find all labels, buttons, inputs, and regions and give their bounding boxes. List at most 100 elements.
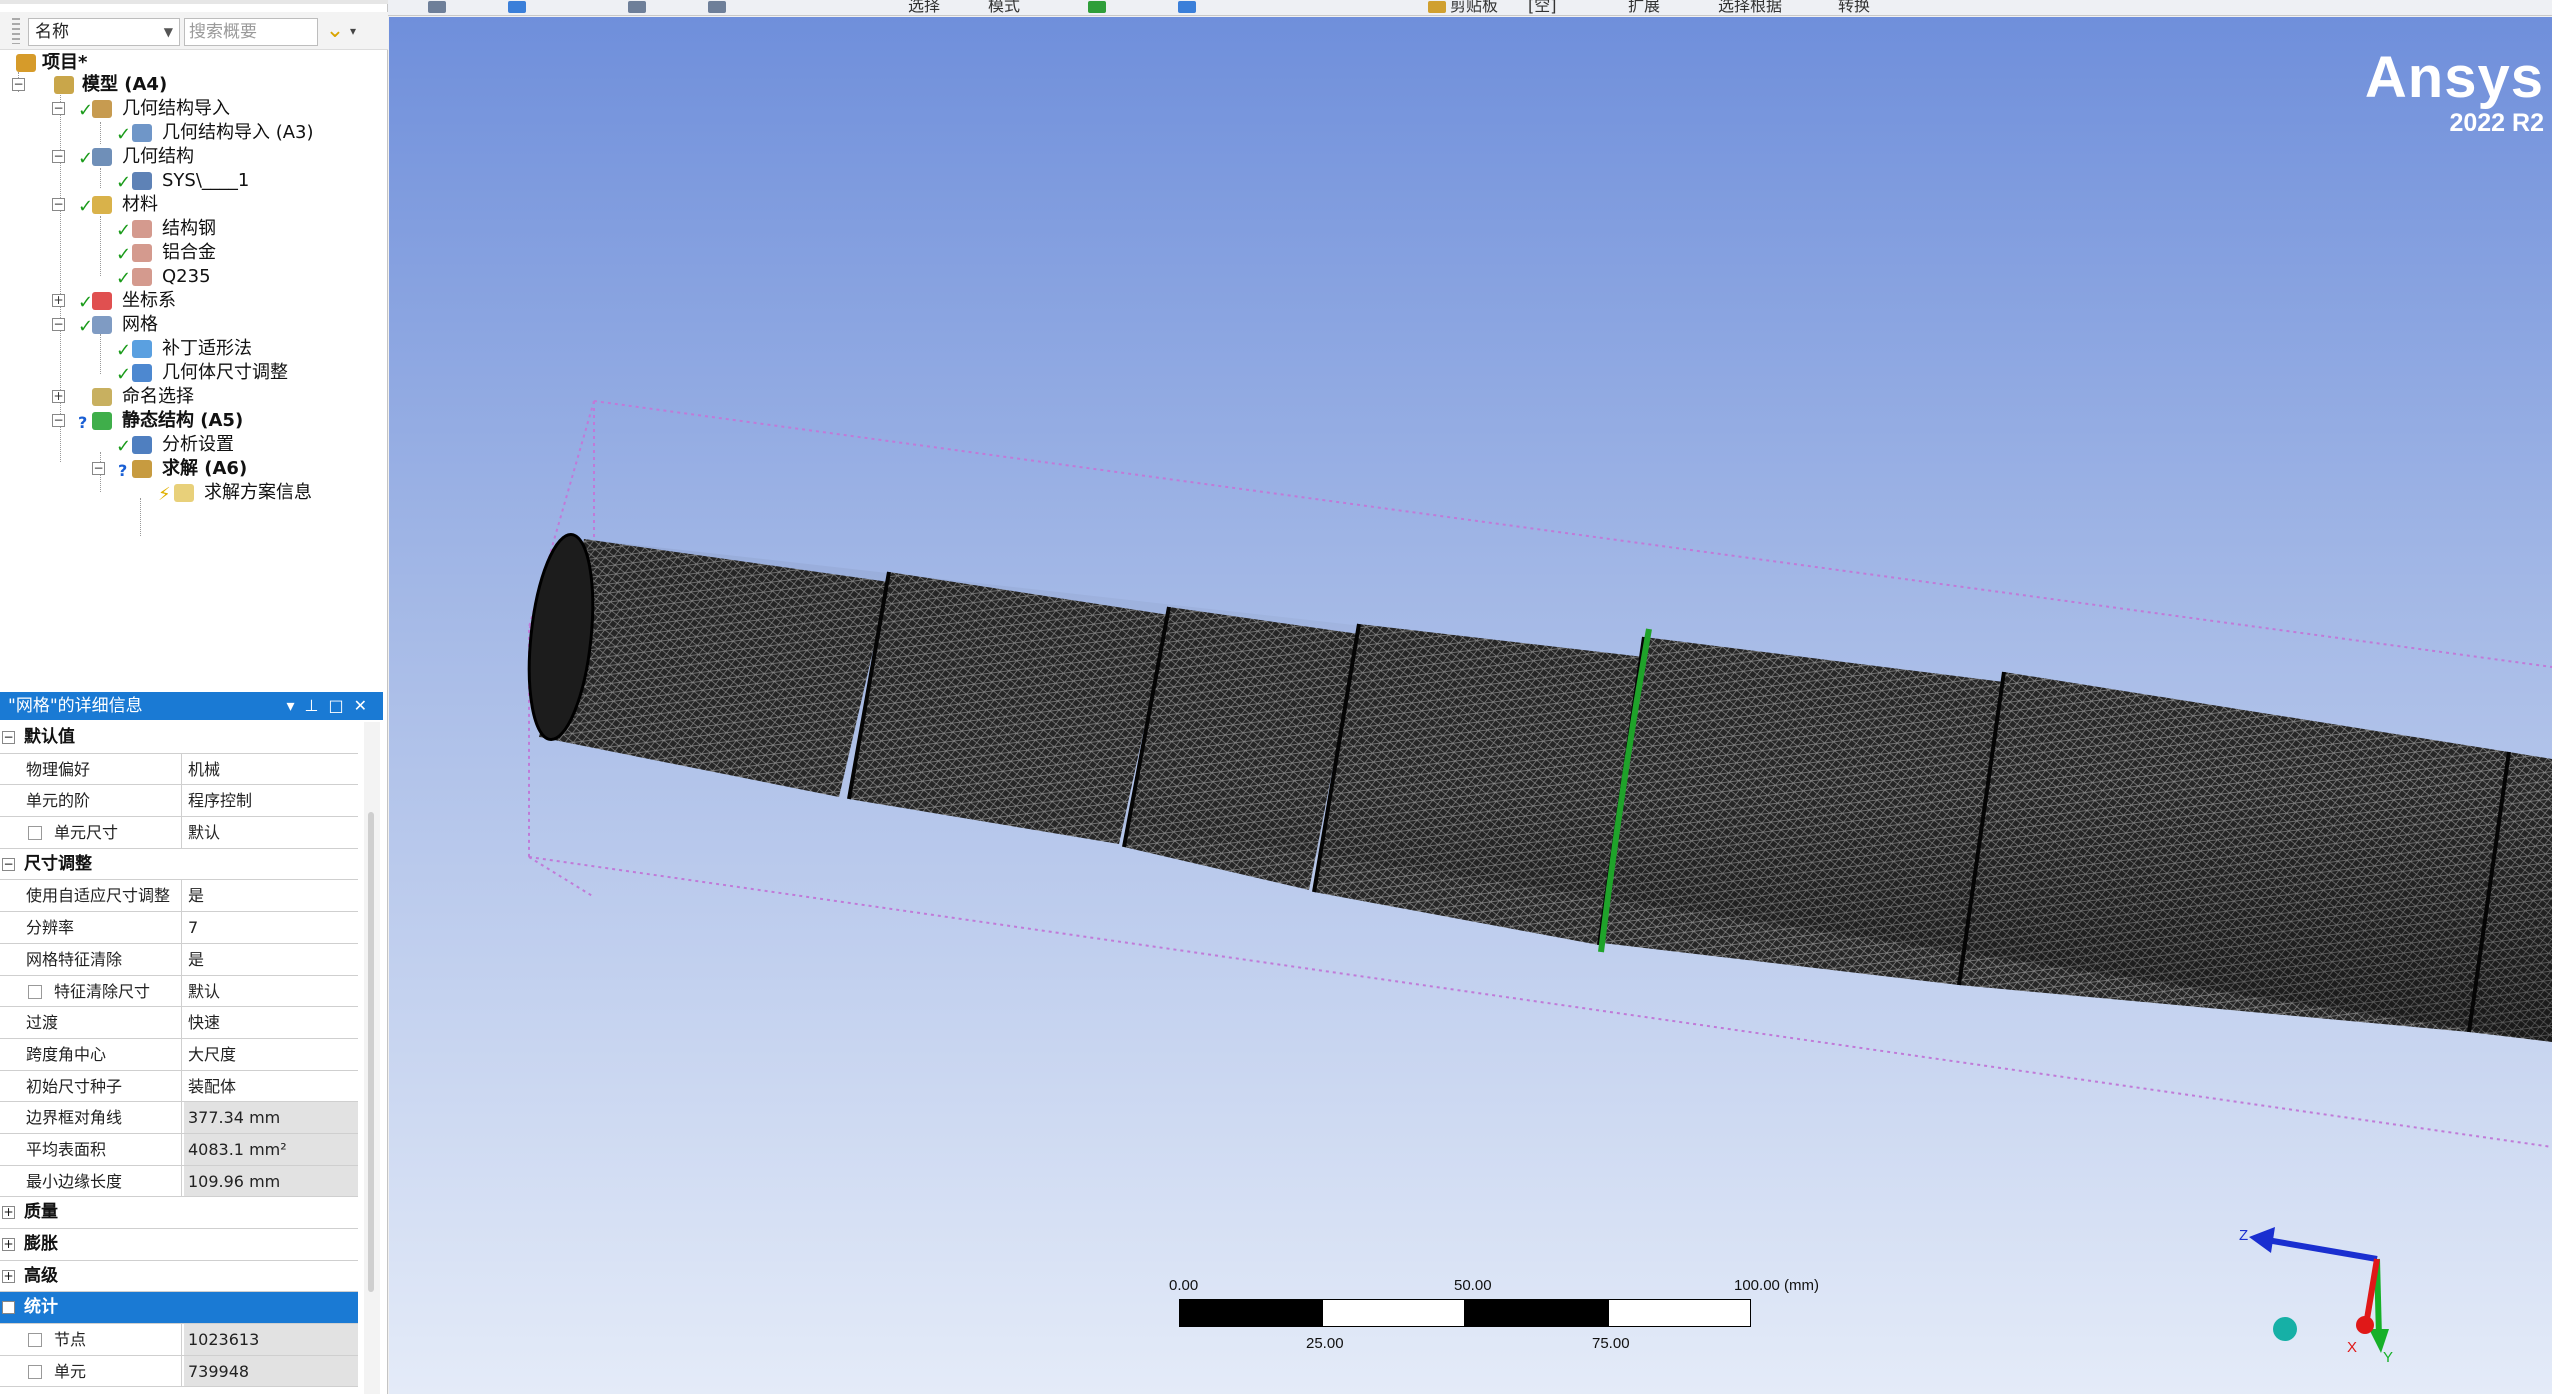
details-row[interactable]: 最小边缘长度 109.96 mm <box>0 1165 358 1198</box>
view-icon[interactable] <box>628 1 646 13</box>
details-row[interactable]: 分辨率 7 <box>0 912 358 944</box>
details-row[interactable]: 初始尺寸种子 装配体 <box>0 1070 358 1103</box>
filter-chevron-icon[interactable]: ⌄ <box>322 18 348 44</box>
coordinate-triad[interactable]: Z X Y <box>2239 1197 2419 1367</box>
filter-column-select[interactable]: 名称 ▼ <box>28 18 180 46</box>
toolbar-empty[interactable]: [空] <box>1528 0 1557 14</box>
scrollbar-thumb[interactable] <box>368 812 374 1292</box>
details-value[interactable]: 快速 <box>184 1007 358 1038</box>
graphics-viewport[interactable]: Ansys 2022 R2 0.00 50.00 100.00 (mm) 25.… <box>389 17 2552 1394</box>
details-group-label: 高级 <box>24 1265 58 1286</box>
toolbar-mode[interactable]: 模式 <box>988 0 1020 14</box>
details-key: 单元 <box>24 1355 182 1387</box>
details-key: 网格特征清除 <box>24 943 182 975</box>
collapse-icon[interactable]: − <box>2 857 15 871</box>
collapse-icon[interactable]: − <box>52 102 65 115</box>
collapse-icon[interactable]: − <box>52 414 65 427</box>
triad-graphic <box>2249 1227 2389 1353</box>
toolbar-select[interactable]: 选择 <box>908 0 940 14</box>
toolbar-extend[interactable]: 扩展 <box>1628 0 1660 14</box>
collapse-icon[interactable]: − <box>12 78 25 91</box>
details-row[interactable]: 使用自适应尺寸调整是 <box>0 880 358 913</box>
details-group[interactable]: + 质量 <box>0 1197 358 1229</box>
select-geometry-icon[interactable] <box>1088 1 1106 13</box>
details-row[interactable]: 单元尺寸 默认 <box>0 817 358 849</box>
panel-title-strip <box>0 0 388 4</box>
check-icon: ✓ <box>78 292 94 313</box>
details-key: 特征清除尺寸 <box>24 975 182 1007</box>
details-key: 物理偏好 <box>24 753 182 785</box>
mesh-method-icon <box>132 340 152 358</box>
details-row[interactable]: 边界框对角线 377.34 mm <box>0 1102 358 1134</box>
details-scrollbar[interactable] <box>364 722 380 1394</box>
check-icon: ✓ <box>78 196 94 217</box>
details-row[interactable]: 过渡 快速 <box>0 1007 358 1039</box>
maximize-icon[interactable]: □ <box>328 696 353 715</box>
logo-name: Ansys <box>2364 45 2544 110</box>
details-row[interactable]: 物理偏好 机械 <box>0 753 358 786</box>
ribbon-toolbar: 选择 模式 剪贴板 [空] 扩展 选择根据 转换 <box>388 0 2552 16</box>
collapse-icon[interactable]: − <box>52 318 65 331</box>
details-group-label: 膨胀 <box>24 1234 58 1254</box>
details-value: 1023613 <box>184 1324 358 1355</box>
scale-segment <box>1608 1299 1751 1327</box>
dropdown-icon[interactable]: ▾ <box>287 696 305 715</box>
toolbar-clipboard[interactable]: 剪贴板 <box>1450 0 1498 14</box>
clipboard-icon[interactable] <box>1428 1 1446 13</box>
materials-icon <box>92 196 112 214</box>
expand-icon[interactable]: + <box>2 1238 15 1251</box>
details-row[interactable]: 节点 1023613 <box>0 1324 358 1356</box>
collapse-icon[interactable]: − <box>92 462 105 475</box>
tree-line <box>100 216 101 276</box>
sizing-icon <box>132 364 152 382</box>
details-group[interactable]: − 统计 <box>0 1292 358 1325</box>
outline-filter-bar: 名称 ▼ ⌄ ▾ <box>0 12 388 50</box>
details-row[interactable]: 网格特征清除是 <box>0 943 358 976</box>
details-value[interactable]: 7 <box>184 912 358 943</box>
check-icon: ✓ <box>116 340 132 361</box>
project-icon <box>16 54 36 72</box>
select-mode-icon[interactable] <box>508 1 526 13</box>
details-key: 跨度角中心 <box>24 1038 182 1070</box>
expand-icon[interactable]: + <box>52 294 65 307</box>
details-value[interactable]: 程序控制 <box>184 785 358 816</box>
details-row[interactable]: 跨度角中心 大尺度 <box>0 1038 358 1071</box>
outline-search-input[interactable] <box>184 18 318 46</box>
pin-icon[interactable]: ⊥ <box>305 696 329 715</box>
details-value[interactable]: 装配体 <box>184 1071 358 1102</box>
close-icon[interactable]: ✕ <box>354 696 377 715</box>
details-group[interactable]: + 高级 <box>0 1261 358 1293</box>
expand-icon[interactable]: + <box>52 390 65 403</box>
material-icon <box>132 244 152 262</box>
details-row[interactable]: 单元的阶 程序控制 <box>0 785 358 818</box>
collapse-icon[interactable]: − <box>52 198 65 211</box>
collapse-icon[interactable]: − <box>2 731 15 744</box>
collapse-icon[interactable]: − <box>52 150 65 163</box>
toolbar-select-by[interactable]: 选择根据 <box>1718 0 1782 14</box>
scale-label: 50.00 <box>1454 1277 1492 1294</box>
tree-line <box>100 334 101 374</box>
details-value[interactable]: 机械 <box>184 754 358 785</box>
details-group[interactable]: − 默认值 <box>0 722 358 754</box>
collapse-icon[interactable]: − <box>2 1301 15 1315</box>
dropdown-arrow-icon[interactable]: ▾ <box>350 24 356 38</box>
details-group[interactable]: − 尺寸调整 <box>0 849 358 881</box>
z-axis-arrow <box>2266 1237 2378 1262</box>
expand-icon[interactable]: + <box>2 1206 15 1220</box>
details-value[interactable]: 是 <box>184 880 358 911</box>
details-group[interactable]: + 膨胀 <box>0 1229 358 1261</box>
toolbar-grip[interactable] <box>12 18 20 44</box>
details-value[interactable]: 是 <box>184 944 358 975</box>
details-value[interactable]: 大尺度 <box>184 1039 358 1070</box>
details-row[interactable]: 平均表面积 4083.1 mm² <box>0 1133 358 1166</box>
lightning-icon: ⚡ <box>158 484 171 505</box>
toolbar-convert[interactable]: 转换 <box>1838 0 1870 14</box>
select-face-icon[interactable] <box>1178 1 1196 13</box>
expand-icon[interactable]: + <box>2 1269 15 1283</box>
details-value[interactable]: 默认 <box>184 817 358 848</box>
details-row[interactable]: 特征清除尺寸 默认 <box>0 975 358 1008</box>
zoom-icon[interactable] <box>428 1 446 13</box>
details-row[interactable]: 单元 739948 <box>0 1355 358 1388</box>
details-value[interactable]: 默认 <box>184 976 358 1007</box>
zoom-fit-icon[interactable] <box>708 1 726 13</box>
